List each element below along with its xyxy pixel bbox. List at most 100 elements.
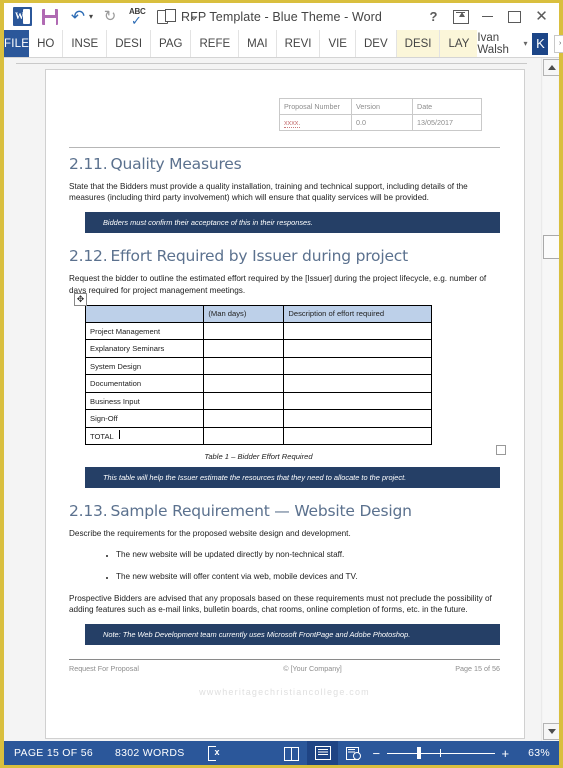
effort-cell-label[interactable]: Business Input <box>84 391 205 411</box>
expand-ribbon-icon[interactable]: › <box>554 34 563 53</box>
effort-cell-desc[interactable] <box>283 321 432 341</box>
scroll-up-icon[interactable] <box>543 59 559 76</box>
effort-cell-desc[interactable] <box>283 391 432 411</box>
redo-icon[interactable]: ↻ <box>96 5 124 29</box>
requirement-bullet-list: The new website will be updated directly… <box>69 549 500 582</box>
header-cell-version: Version <box>351 98 413 115</box>
document-page[interactable]: Proposal Number Version Date xxxx. 0.0 1… <box>45 69 525 739</box>
footer-divider <box>69 658 500 660</box>
tab-page-layout[interactable]: PAG <box>151 30 192 57</box>
read-mode-icon[interactable] <box>276 741 307 765</box>
tab-developer[interactable]: DEV <box>356 30 397 57</box>
zoom-in-button[interactable]: + <box>498 746 513 761</box>
effort-cell-label[interactable]: Explanatory Seminars <box>84 339 205 358</box>
tab-home[interactable]: HO <box>29 30 64 57</box>
effort-cell-desc[interactable] <box>283 426 432 446</box>
undo-dropdown-icon[interactable]: ▾ <box>86 5 96 29</box>
scrollbar-track[interactable] <box>543 75 558 724</box>
minimize-button[interactable] <box>474 6 501 28</box>
tab-table-layout[interactable]: LAY <box>440 30 478 57</box>
effort-table-wrapper: ✥ (Man days) Description of effort requi… <box>74 292 506 456</box>
paragraph-2-11: State that the Bidders must provide a qu… <box>69 182 468 203</box>
table-row: (Man days) Description of effort require… <box>84 304 432 323</box>
status-word-count[interactable]: 8302 WORDS <box>93 747 185 759</box>
effort-cell-desc[interactable] <box>283 356 432 376</box>
header-cell-proposal-number: Proposal Number <box>279 98 352 115</box>
touch-mode-icon[interactable] <box>152 5 180 29</box>
value-date: 13/05/2017 <box>412 114 482 131</box>
table-row: Project Management <box>84 321 432 341</box>
tab-insert[interactable]: INSE <box>63 30 108 57</box>
value-proposal-number: xxxx. <box>279 114 352 131</box>
quick-access-toolbar: W ↶ ▾ ↻ ABC ✓ ⌄ <box>4 5 208 29</box>
help-button[interactable]: ? <box>420 6 447 28</box>
effort-table[interactable]: (Man days) Description of effort require… <box>84 304 432 446</box>
status-page-info[interactable]: PAGE 15 OF 56 <box>4 747 93 759</box>
heading-text: Effort Required by Issuer during project <box>110 247 408 266</box>
zoom-level-label[interactable]: 63% <box>513 747 550 759</box>
heading-2-11: 2.11. Quality Measures <box>69 155 500 173</box>
tab-references[interactable]: REFE <box>191 30 240 57</box>
avatar[interactable]: K <box>532 32 549 55</box>
spelling-check-icon[interactable]: ABC ✓ <box>124 5 152 29</box>
proofing-errors-icon[interactable]: x <box>207 746 223 761</box>
callout-2-13: Note: The Web Development team currently… <box>85 623 500 645</box>
tab-review[interactable]: REVI <box>277 30 321 57</box>
web-layout-icon[interactable] <box>338 741 369 765</box>
chevron-down-icon[interactable]: ▾ <box>523 39 527 48</box>
effort-cell-desc[interactable] <box>283 339 432 358</box>
paragraph-2-13: Describe the requirements for the propos… <box>69 529 351 539</box>
zoom-slider-thumb[interactable] <box>417 747 421 759</box>
title-bar: W ↶ ▾ ↻ ABC ✓ ⌄ RFP Template - Blue Theme… <box>4 3 559 30</box>
zoom-out-button[interactable]: − <box>369 746 384 761</box>
effort-cell-desc[interactable] <box>283 409 432 428</box>
effort-cell-days[interactable] <box>203 374 285 393</box>
effort-header-blank <box>84 304 205 323</box>
tab-file[interactable]: FILE <box>4 30 30 57</box>
customize-qat-icon[interactable]: ⌄ <box>180 5 208 29</box>
scroll-down-icon[interactable] <box>543 723 559 740</box>
effort-cell-days[interactable] <box>203 339 285 358</box>
tab-design[interactable]: DESI <box>107 30 152 57</box>
effort-cell-label[interactable]: System Design <box>84 356 205 376</box>
print-layout-icon[interactable] <box>307 741 338 765</box>
tab-mailings[interactable]: MAI <box>239 30 277 57</box>
user-account[interactable]: Ivan Walsh ▾ K › <box>477 30 563 57</box>
heading-text: Sample Requirement — Website Design <box>110 502 412 521</box>
close-button[interactable]: ✕ <box>528 6 555 28</box>
ribbon-tab-bar: FILE HO INSE DESI PAG REFE MAI REVI VIE … <box>4 30 563 58</box>
move-handle-icon[interactable]: ✥ <box>74 292 87 306</box>
footer-left: Request For Proposal <box>69 663 139 673</box>
effort-cell-days[interactable] <box>203 426 285 446</box>
scrollbar-thumb[interactable] <box>543 235 559 259</box>
header-info-table[interactable]: Proposal Number Version Date xxxx. 0.0 1… <box>279 98 482 131</box>
effort-cell-days[interactable] <box>203 321 285 341</box>
vertical-scrollbar[interactable] <box>541 58 559 741</box>
table-caption: Table 1 – Bidder Effort Required <box>204 452 313 462</box>
table-row: TOTAL <box>84 426 432 446</box>
paragraph-2-12: Request the bidder to outline the estima… <box>69 274 487 295</box>
zoom-slider[interactable] <box>387 746 495 760</box>
effort-cell-days[interactable] <box>203 356 285 376</box>
heading-number: 2.13. <box>69 502 108 521</box>
resize-handle-icon[interactable] <box>496 445 506 456</box>
save-icon[interactable] <box>36 5 64 29</box>
effort-cell-label[interactable]: Project Management <box>84 321 205 341</box>
list-item: The new website will be updated directly… <box>116 549 500 560</box>
effort-cell-label[interactable]: Documentation <box>84 374 205 393</box>
ruler-divider <box>16 63 527 64</box>
effort-cell-days[interactable] <box>203 391 285 411</box>
restore-button[interactable] <box>501 6 528 28</box>
callout-2-11: Bidders must confirm their acceptance of… <box>85 212 500 234</box>
value-version: 0.0 <box>351 114 413 131</box>
ribbon-display-options-button[interactable] <box>447 6 474 28</box>
effort-header-man-days: (Man days) <box>203 304 285 323</box>
effort-cell-desc[interactable] <box>283 374 432 393</box>
watermark: wwwheritagechristiancollege.com <box>199 686 370 697</box>
effort-cell-label-total[interactable]: TOTAL <box>84 426 205 446</box>
tab-table-design[interactable]: DESI <box>396 30 441 57</box>
effort-cell-days[interactable] <box>203 409 285 428</box>
zoom-controls: − + 63% <box>369 746 559 761</box>
tab-view[interactable]: VIE <box>320 30 356 57</box>
effort-cell-label[interactable]: Sign-Off <box>84 409 205 428</box>
